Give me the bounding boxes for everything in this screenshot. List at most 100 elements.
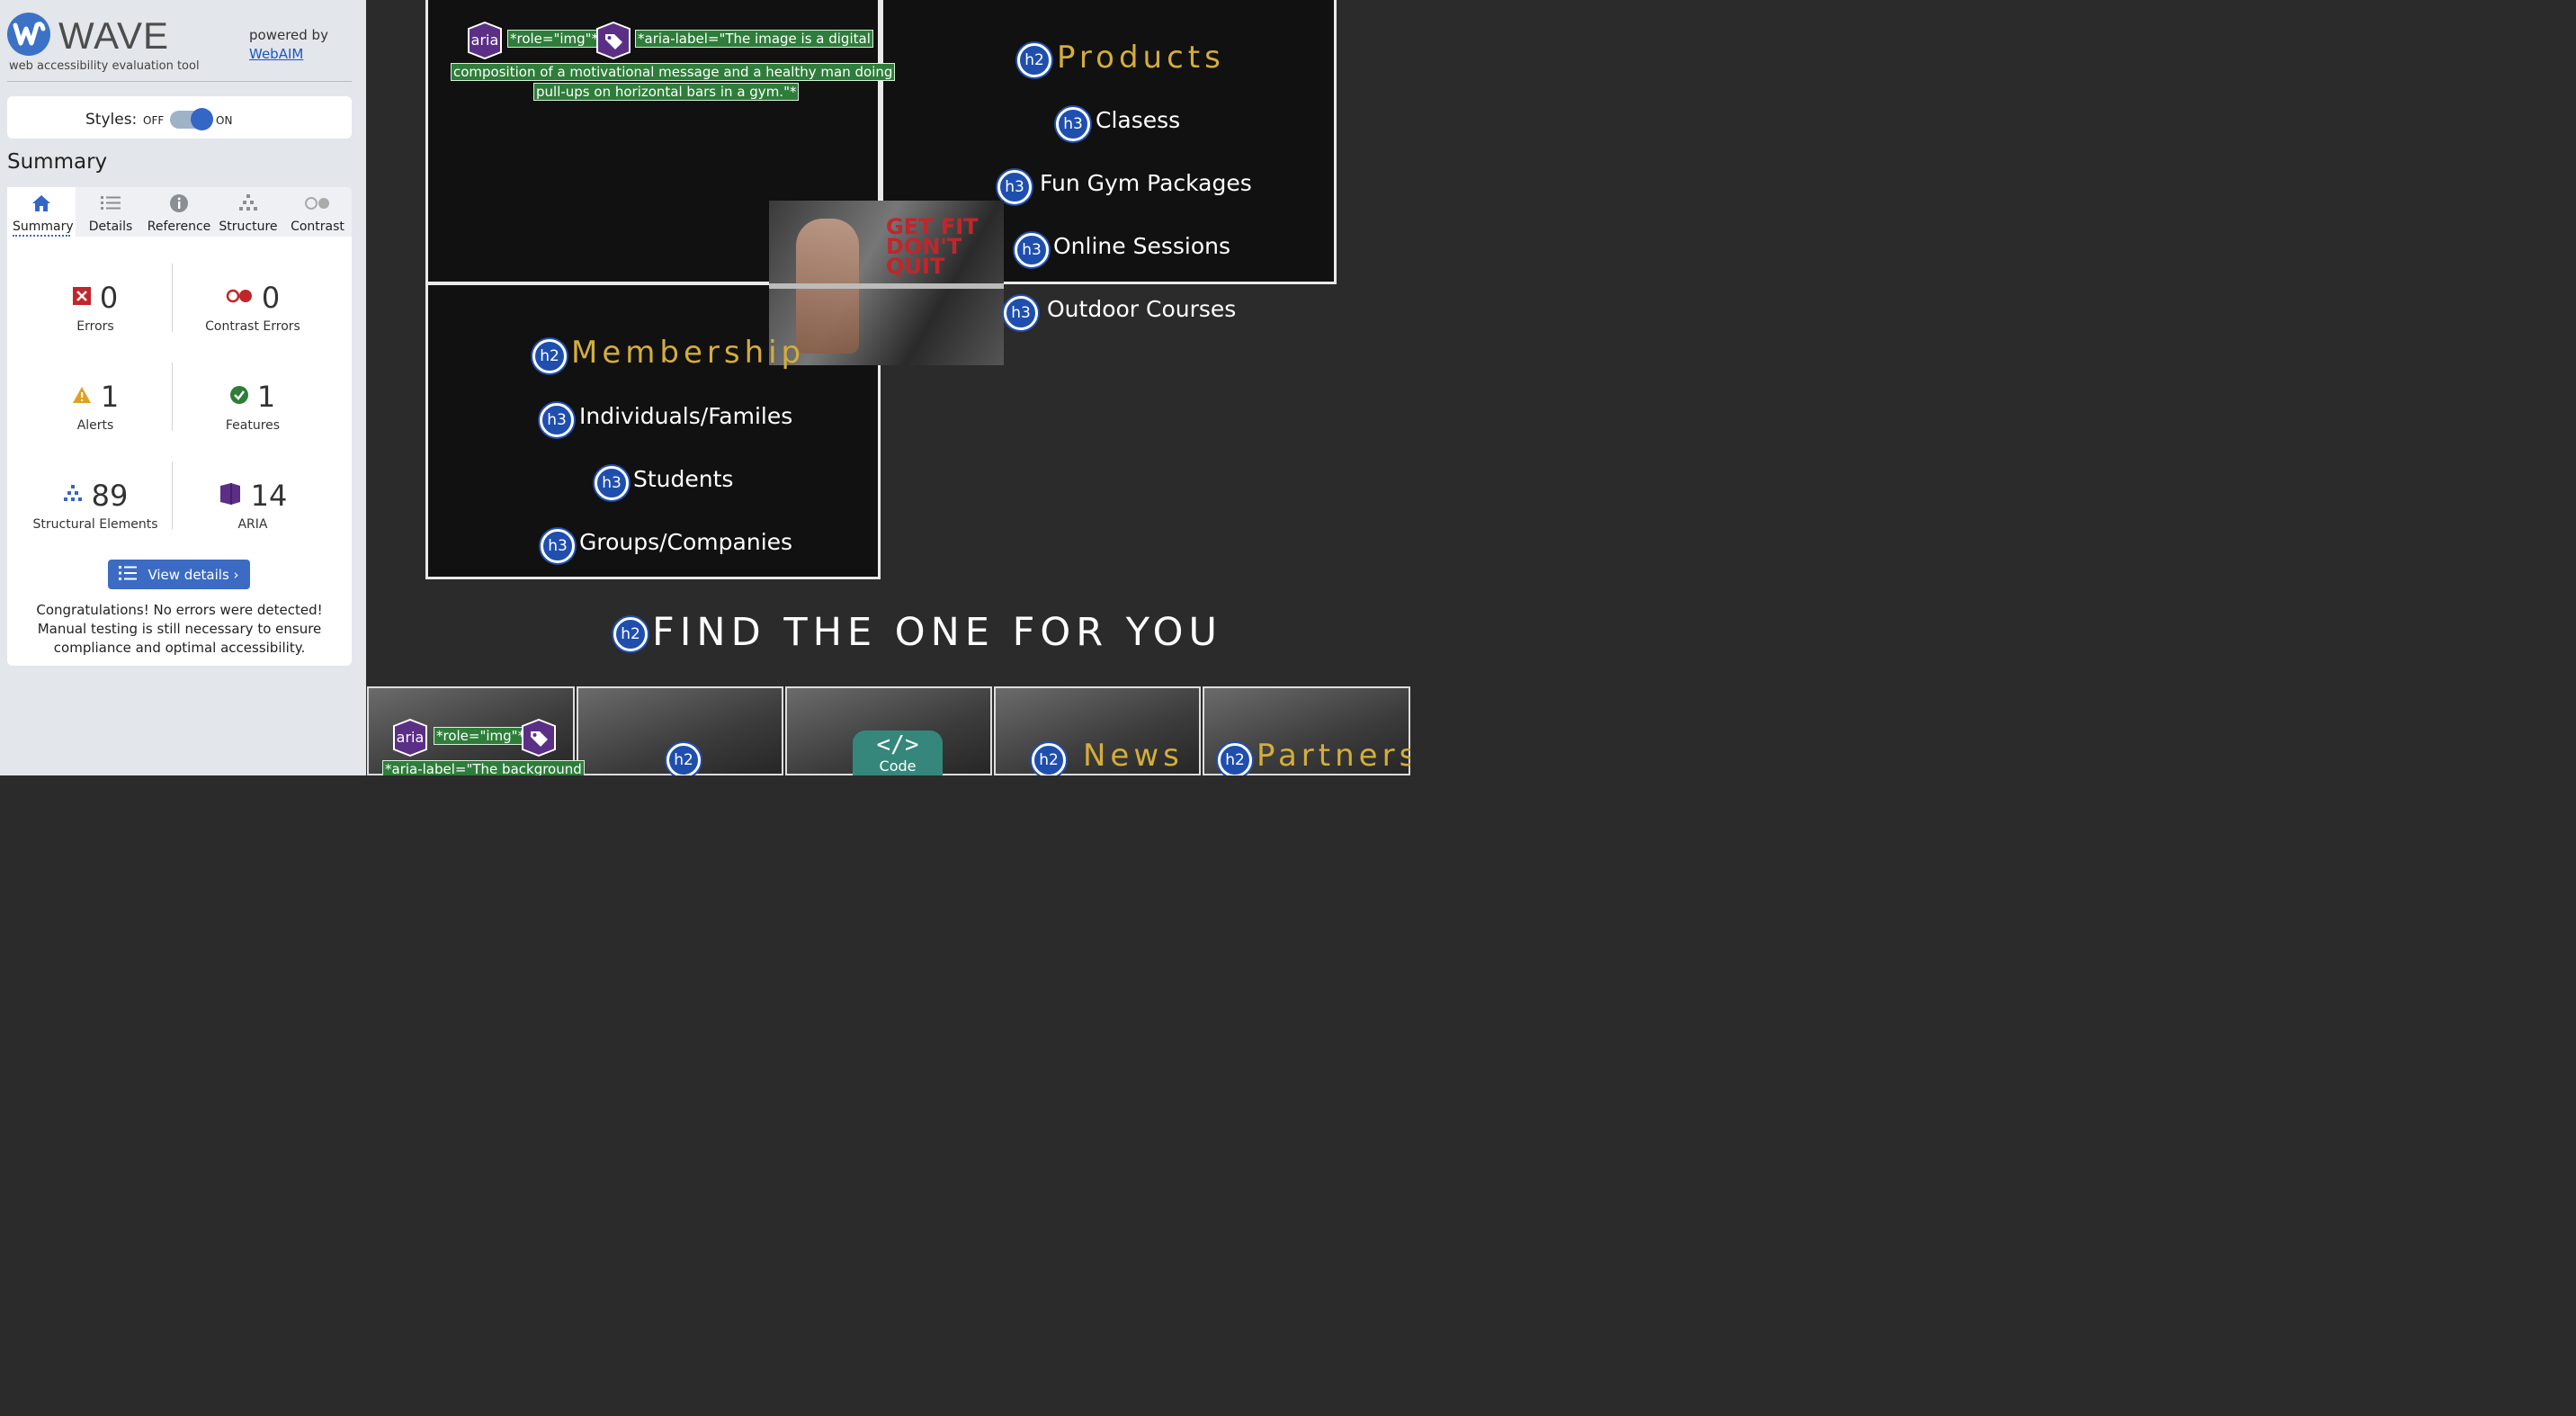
contrast-icon bbox=[283, 193, 352, 214]
code-button-label: Code bbox=[879, 757, 917, 775]
products-item: Clasess bbox=[1096, 107, 1181, 133]
stat-aria[interactable]: 14 ARIA bbox=[172, 478, 334, 532]
tab-reference[interactable]: Reference bbox=[145, 187, 213, 237]
h3-badge[interactable]: h3 bbox=[1004, 296, 1038, 330]
aria-label-tag-icon[interactable] bbox=[595, 22, 631, 59]
styles-label: Styles: bbox=[85, 111, 138, 129]
home-icon bbox=[7, 193, 76, 214]
styles-toggle[interactable] bbox=[170, 108, 213, 130]
aria-label-text-3: pull-ups on horizontal bars in a gym."* bbox=[533, 83, 800, 101]
h2-badge[interactable]: h2 bbox=[613, 617, 648, 651]
role-img-tag: *role="img"* bbox=[507, 30, 602, 48]
aria-badge[interactable]: aria bbox=[392, 719, 428, 757]
membership-item: Groups/Companies bbox=[579, 529, 793, 555]
tab-contrast[interactable]: Contrast bbox=[283, 187, 352, 237]
tab-details[interactable]: Details bbox=[76, 187, 145, 237]
code-icon: </> bbox=[876, 731, 919, 758]
contrast-errors-count: 0 bbox=[261, 281, 281, 315]
tab-label: Contrast bbox=[291, 220, 344, 234]
aria-label-text-2: composition of a motivational message an… bbox=[451, 63, 896, 81]
role-img-tag: *role="img"* bbox=[434, 727, 528, 745]
aria-label-tag-icon[interactable] bbox=[521, 719, 557, 757]
feature-check-icon bbox=[229, 386, 248, 408]
stat-features[interactable]: 1 Features bbox=[172, 379, 334, 433]
alerts-count: 1 bbox=[100, 380, 120, 414]
divider bbox=[172, 264, 173, 332]
styles-off-label: OFF bbox=[143, 114, 165, 127]
h3-badge[interactable]: h3 bbox=[997, 170, 1032, 204]
errors-count: 0 bbox=[99, 281, 119, 315]
find-heading: FIND THE ONE FOR YOU bbox=[652, 610, 1223, 655]
gym-image-text: GET FIT DON'T QUIT bbox=[886, 214, 979, 279]
wave-tabs: Summary Details Reference Structure Cont… bbox=[7, 187, 352, 237]
list-icon bbox=[119, 565, 138, 584]
list-icon bbox=[76, 193, 145, 214]
summary-heading: Summary bbox=[7, 150, 108, 174]
h2-badge[interactable]: h2 bbox=[1032, 743, 1066, 775]
info-icon bbox=[145, 193, 213, 214]
h3-badge[interactable]: h3 bbox=[541, 529, 575, 563]
h3-badge[interactable]: h3 bbox=[540, 403, 574, 437]
stat-alerts[interactable]: 1 Alerts bbox=[14, 379, 176, 433]
tab-label: Structure bbox=[219, 220, 278, 234]
wave-title: WAVE bbox=[58, 14, 170, 57]
h3-badge[interactable]: h3 bbox=[1015, 233, 1049, 267]
products-item: Outdoor Courses bbox=[1047, 296, 1237, 322]
powered-by-text: powered by bbox=[249, 27, 328, 43]
products-item: Online Sessions bbox=[1053, 233, 1230, 259]
membership-item: Students bbox=[633, 466, 734, 492]
wave-tagline: web accessibility evaluation tool bbox=[9, 59, 200, 73]
contrast-error-icon bbox=[226, 289, 253, 307]
alerts-label: Alerts bbox=[76, 418, 114, 433]
structure-icon bbox=[63, 485, 83, 506]
webaim-link[interactable]: WebAIM bbox=[249, 46, 303, 62]
h2-badge[interactable]: h2 bbox=[1017, 43, 1051, 77]
aria-count: 14 bbox=[250, 479, 288, 513]
styles-on-label: ON bbox=[216, 114, 233, 127]
styles-toggle-box: Styles: OFF ON bbox=[7, 96, 352, 139]
tab-structure[interactable]: Structure bbox=[214, 187, 282, 237]
divider bbox=[172, 363, 173, 431]
congrats-message: Congratulations! No errors were detected… bbox=[36, 602, 323, 656]
h2-badge[interactable]: h2 bbox=[1218, 743, 1252, 775]
page-preview: aria *role="img"* *aria-label="The image… bbox=[366, 0, 1410, 775]
wave-logo-icon bbox=[7, 13, 50, 56]
stat-structural[interactable]: 89 Structural Elements bbox=[14, 478, 176, 532]
aria-cube-icon bbox=[219, 482, 242, 509]
view-details-button[interactable]: View details › bbox=[108, 560, 250, 589]
aria-badge-label: aria bbox=[470, 31, 499, 49]
stat-contrast-errors[interactable]: 0 Contrast Errors bbox=[172, 280, 334, 334]
partners-heading: Partners bbox=[1257, 738, 1410, 774]
tab-label: Reference bbox=[147, 220, 211, 234]
code-button[interactable]: </> Code bbox=[853, 730, 943, 775]
alert-icon bbox=[72, 386, 92, 408]
view-details-label: View details › bbox=[148, 566, 239, 583]
tab-label: Details bbox=[88, 220, 133, 234]
wave-sidebar: WAVE web accessibility evaluation tool p… bbox=[0, 0, 366, 775]
toggle-knob bbox=[191, 108, 213, 130]
structural-count: 89 bbox=[91, 479, 129, 513]
structural-label: Structural Elements bbox=[32, 517, 158, 532]
wave-header: WAVE web accessibility evaluation tool p… bbox=[7, 11, 352, 82]
structure-icon bbox=[214, 193, 282, 214]
tab-summary[interactable]: Summary bbox=[7, 187, 76, 237]
products-heading: Products bbox=[1057, 40, 1225, 76]
tab-label: Summary bbox=[13, 220, 74, 237]
features-label: Features bbox=[225, 418, 281, 433]
h3-badge[interactable]: h3 bbox=[595, 466, 629, 500]
h2-badge[interactable]: h2 bbox=[666, 743, 701, 775]
aria-badge[interactable]: aria bbox=[467, 22, 503, 59]
pullup-bar bbox=[769, 283, 1004, 289]
aria-label: ARIA bbox=[237, 517, 268, 532]
features-count: 1 bbox=[256, 380, 276, 414]
products-item: Fun Gym Packages bbox=[1040, 170, 1252, 196]
h3-badge[interactable]: h3 bbox=[1056, 107, 1090, 141]
membership-item: Individuals/Familes bbox=[579, 403, 793, 429]
h2-badge[interactable]: h2 bbox=[532, 339, 567, 373]
stat-errors[interactable]: 0 Errors bbox=[14, 280, 176, 334]
membership-heading: Membership bbox=[571, 335, 806, 371]
errors-label: Errors bbox=[76, 319, 114, 334]
news-heading: News bbox=[1083, 738, 1184, 774]
summary-panel: 0 Errors 0 Contrast Errors 1 Alerts 1 Fe… bbox=[7, 237, 352, 666]
aria-label-text: *aria-label="The background bbox=[382, 760, 585, 775]
